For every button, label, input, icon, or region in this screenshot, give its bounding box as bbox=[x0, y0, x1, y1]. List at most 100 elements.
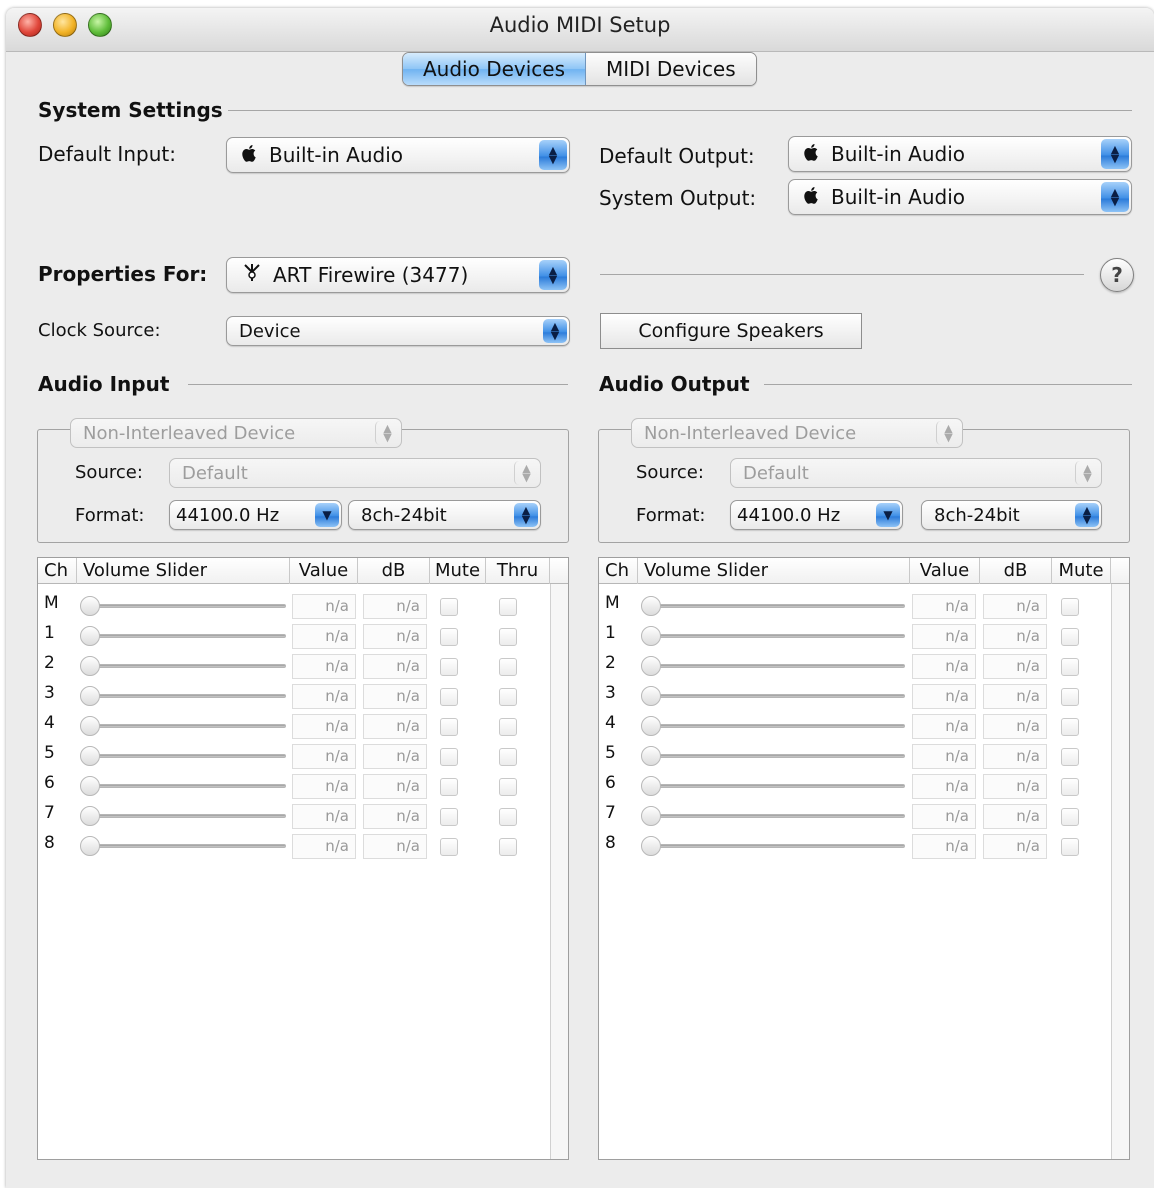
thru-checkbox[interactable] bbox=[499, 838, 517, 856]
help-button[interactable]: ? bbox=[1100, 258, 1134, 292]
volume-slider-knob[interactable] bbox=[80, 596, 100, 616]
volume-slider-knob[interactable] bbox=[80, 746, 100, 766]
thru-checkbox[interactable] bbox=[499, 688, 517, 706]
value-field[interactable]: n/a bbox=[292, 714, 356, 739]
tab-audio-devices[interactable]: Audio Devices bbox=[403, 53, 587, 85]
volume-slider-knob[interactable] bbox=[80, 776, 100, 796]
system-output-popup[interactable]: Built-in Audio ▲ ▼ bbox=[788, 179, 1132, 215]
value-field[interactable]: n/a bbox=[912, 714, 976, 739]
value-field[interactable]: n/a bbox=[912, 744, 976, 769]
value-field[interactable]: n/a bbox=[292, 684, 356, 709]
value-field[interactable]: n/a bbox=[292, 804, 356, 829]
column-header-ch[interactable]: Ch bbox=[599, 558, 638, 584]
volume-slider-knob[interactable] bbox=[641, 716, 661, 736]
mute-checkbox[interactable] bbox=[1061, 658, 1079, 676]
value-field[interactable]: n/a bbox=[912, 774, 976, 799]
thru-checkbox[interactable] bbox=[499, 628, 517, 646]
volume-slider[interactable] bbox=[84, 844, 286, 848]
value-field[interactable]: n/a bbox=[912, 624, 976, 649]
volume-slider-knob[interactable] bbox=[641, 836, 661, 856]
volume-slider[interactable] bbox=[645, 724, 905, 728]
volume-slider-knob[interactable] bbox=[641, 656, 661, 676]
volume-slider[interactable] bbox=[84, 694, 286, 698]
column-header-db[interactable]: dB bbox=[358, 558, 430, 584]
volume-slider[interactable] bbox=[645, 814, 905, 818]
value-field[interactable]: n/a bbox=[912, 654, 976, 679]
mute-checkbox[interactable] bbox=[440, 598, 458, 616]
mute-checkbox[interactable] bbox=[440, 778, 458, 796]
volume-slider[interactable] bbox=[84, 784, 286, 788]
db-field[interactable]: n/a bbox=[983, 744, 1047, 769]
thru-checkbox[interactable] bbox=[499, 598, 517, 616]
db-field[interactable]: n/a bbox=[363, 624, 427, 649]
audio-output-source-popup[interactable]: Default ▲ ▼ bbox=[730, 458, 1102, 488]
thru-checkbox[interactable] bbox=[499, 718, 517, 736]
db-field[interactable]: n/a bbox=[983, 624, 1047, 649]
value-field[interactable]: n/a bbox=[912, 834, 976, 859]
mute-checkbox[interactable] bbox=[1061, 808, 1079, 826]
volume-slider-knob[interactable] bbox=[641, 806, 661, 826]
column-header-volume-slider[interactable]: Volume Slider bbox=[77, 558, 290, 584]
audio-output-stream-popup[interactable]: Non-Interleaved Device ▲ ▼ bbox=[631, 418, 963, 448]
db-field[interactable]: n/a bbox=[363, 774, 427, 799]
volume-slider-knob[interactable] bbox=[641, 626, 661, 646]
audio-input-bits-popup[interactable]: 8ch-24bit ▲ ▼ bbox=[348, 500, 541, 530]
audio-output-bits-popup[interactable]: 8ch-24bit ▲ ▼ bbox=[921, 500, 1102, 530]
db-field[interactable]: n/a bbox=[363, 714, 427, 739]
volume-slider-knob[interactable] bbox=[80, 716, 100, 736]
volume-slider[interactable] bbox=[84, 814, 286, 818]
volume-slider[interactable] bbox=[84, 754, 286, 758]
column-header-ch[interactable]: Ch bbox=[38, 558, 77, 584]
mute-checkbox[interactable] bbox=[440, 658, 458, 676]
volume-slider[interactable] bbox=[84, 604, 286, 608]
db-field[interactable]: n/a bbox=[983, 804, 1047, 829]
db-field[interactable]: n/a bbox=[363, 654, 427, 679]
value-field[interactable]: n/a bbox=[912, 804, 976, 829]
db-field[interactable]: n/a bbox=[983, 714, 1047, 739]
volume-slider[interactable] bbox=[645, 604, 905, 608]
volume-slider[interactable] bbox=[645, 634, 905, 638]
audio-input-stream-popup[interactable]: Non-Interleaved Device ▲ ▼ bbox=[70, 418, 402, 448]
mute-checkbox[interactable] bbox=[440, 808, 458, 826]
audio-input-source-popup[interactable]: Default ▲ ▼ bbox=[169, 458, 541, 488]
column-header-thru[interactable]: Thru bbox=[486, 558, 550, 584]
db-field[interactable]: n/a bbox=[363, 684, 427, 709]
volume-slider[interactable] bbox=[645, 844, 905, 848]
value-field[interactable]: n/a bbox=[292, 744, 356, 769]
db-field[interactable]: n/a bbox=[983, 654, 1047, 679]
thru-checkbox[interactable] bbox=[499, 748, 517, 766]
mute-checkbox[interactable] bbox=[440, 628, 458, 646]
db-field[interactable]: n/a bbox=[983, 594, 1047, 619]
volume-slider[interactable] bbox=[84, 634, 286, 638]
column-header-mute[interactable]: Mute bbox=[1052, 558, 1111, 584]
audio-output-rate-popup[interactable]: 44100.0 Hz ▼ bbox=[730, 500, 903, 530]
db-field[interactable]: n/a bbox=[363, 744, 427, 769]
mute-checkbox[interactable] bbox=[1061, 688, 1079, 706]
mute-checkbox[interactable] bbox=[1061, 778, 1079, 796]
mute-checkbox[interactable] bbox=[440, 718, 458, 736]
mute-checkbox[interactable] bbox=[1061, 718, 1079, 736]
mute-checkbox[interactable] bbox=[440, 748, 458, 766]
column-header-mute[interactable]: Mute bbox=[430, 558, 486, 584]
thru-checkbox[interactable] bbox=[499, 808, 517, 826]
db-field[interactable]: n/a bbox=[983, 834, 1047, 859]
thru-checkbox[interactable] bbox=[499, 778, 517, 796]
value-field[interactable]: n/a bbox=[912, 684, 976, 709]
mute-checkbox[interactable] bbox=[1061, 748, 1079, 766]
column-header-volume-slider[interactable]: Volume Slider bbox=[638, 558, 910, 584]
volume-slider-knob[interactable] bbox=[80, 806, 100, 826]
clock-source-popup[interactable]: Device ▲ ▼ bbox=[226, 316, 570, 346]
default-output-popup[interactable]: Built-in Audio ▲ ▼ bbox=[788, 136, 1132, 172]
mute-checkbox[interactable] bbox=[1061, 838, 1079, 856]
volume-slider[interactable] bbox=[645, 784, 905, 788]
value-field[interactable]: n/a bbox=[292, 834, 356, 859]
thru-checkbox[interactable] bbox=[499, 658, 517, 676]
volume-slider[interactable] bbox=[645, 754, 905, 758]
volume-slider-knob[interactable] bbox=[80, 656, 100, 676]
value-field[interactable]: n/a bbox=[292, 774, 356, 799]
db-field[interactable]: n/a bbox=[363, 804, 427, 829]
mute-checkbox[interactable] bbox=[1061, 598, 1079, 616]
column-header-value[interactable]: Value bbox=[290, 558, 358, 584]
configure-speakers-button[interactable]: Configure Speakers bbox=[600, 313, 862, 349]
volume-slider-knob[interactable] bbox=[80, 626, 100, 646]
